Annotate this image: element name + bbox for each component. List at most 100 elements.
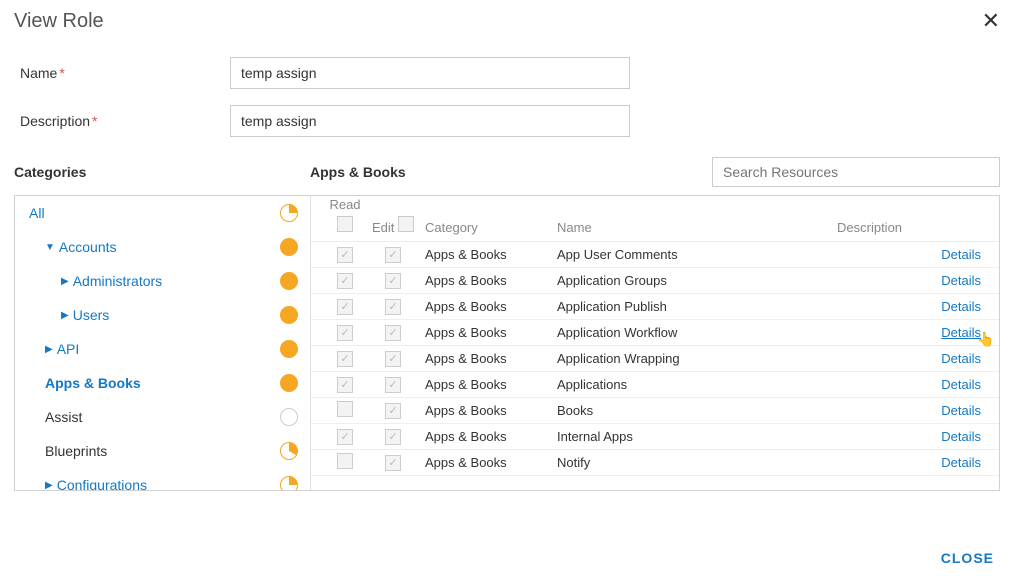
progress-pie-icon [280,442,298,460]
sidebar-item[interactable]: Apps & Books [15,366,310,400]
table-row: Apps & BooksApplication Publish Details [311,294,999,320]
progress-pie-icon [280,272,298,290]
sidebar-item-label: Apps & Books [45,375,141,391]
table-row: Apps & BooksApplication Groups Details [311,268,999,294]
edit-checkbox[interactable] [385,325,401,341]
details-link[interactable]: Details [941,247,981,262]
sidebar-item[interactable]: Assist [15,400,310,434]
sidebar-item[interactable]: All [15,196,310,230]
cell-category: Apps & Books [417,455,557,470]
sidebar-item[interactable]: ▶ Users [15,298,310,332]
sidebar-item-label: All [29,205,45,221]
cell-category: Apps & Books [417,403,557,418]
col-edit: Edit [369,212,417,235]
cell-category: Apps & Books [417,325,557,340]
modal-title: View Role [14,10,104,33]
progress-pie-icon [280,306,298,324]
edit-all-checkbox[interactable] [398,216,414,232]
cell-category: Apps & Books [417,273,557,288]
table-row: Apps & BooksBooks Details [311,398,999,424]
close-icon[interactable]: ✕ [982,10,1000,32]
sidebar-item-label: Administrators [73,273,162,289]
col-description: Description [837,220,989,235]
read-checkbox[interactable] [337,377,353,393]
progress-pie-icon [280,204,298,222]
table-row: Apps & BooksApplications Details [311,372,999,398]
sidebar-item-label: API [57,341,80,357]
categories-sidebar[interactable]: All▼Accounts▶Administrators▶Users▶APIApp… [15,196,311,490]
table-row: Apps & BooksNotify Details [311,450,999,476]
table-row: Apps & BooksInternal Apps Details [311,424,999,450]
cell-name: Application Wrapping [557,351,837,366]
description-input[interactable] [230,105,630,137]
close-button[interactable]: CLOSE [941,550,994,566]
cell-category: Apps & Books [417,351,557,366]
sidebar-item-label: Assist [45,409,82,425]
cell-category: Apps & Books [417,377,557,392]
sidebar-item-label: Users [73,307,110,323]
edit-checkbox[interactable] [385,351,401,367]
cell-category: Apps & Books [417,299,557,314]
details-link[interactable]: Details [941,455,981,470]
sidebar-item[interactable]: ▶API [15,332,310,366]
details-link[interactable]: Details [941,351,981,366]
chevron-right-icon: ▶ [45,480,53,491]
read-checkbox[interactable] [337,247,353,263]
edit-checkbox[interactable] [385,377,401,393]
search-input[interactable] [712,157,1000,187]
details-link[interactable]: Details [941,429,981,444]
sidebar-item[interactable]: ▼ Accounts [15,230,310,264]
cell-name: Books [557,403,837,418]
cell-name: Notify [557,455,837,470]
name-input[interactable] [230,57,630,89]
details-link[interactable]: Details [941,377,981,392]
details-link[interactable]: Details [941,299,981,314]
progress-pie-icon [280,340,298,358]
details-link[interactable]: Details [941,273,981,288]
progress-pie-icon [280,238,298,256]
col-category: Category [417,220,557,235]
read-checkbox[interactable] [337,325,353,341]
read-checkbox[interactable] [337,401,353,417]
details-link[interactable]: Details [941,403,981,418]
read-all-checkbox[interactable] [337,216,353,232]
sidebar-item[interactable]: Blueprints [15,434,310,468]
sidebar-item-label: Configurations [57,477,147,490]
cell-category: Apps & Books [417,429,557,444]
cell-name: Internal Apps [557,429,837,444]
sidebar-item-label: Blueprints [45,443,107,459]
read-checkbox[interactable] [337,299,353,315]
table-row: Apps & BooksApplication WorkflowDetails👆 [311,320,999,346]
col-read: Read [321,197,369,235]
progress-pie-icon [280,476,298,490]
edit-checkbox[interactable] [385,299,401,315]
read-checkbox[interactable] [337,453,353,469]
progress-pie-icon [280,408,298,426]
progress-pie-icon [280,374,298,392]
chevron-right-icon: ▶ [61,310,69,321]
name-label: Name* [20,65,230,81]
table-row: Apps & BooksApplication Wrapping Details [311,346,999,372]
edit-checkbox[interactable] [385,455,401,471]
details-link[interactable]: Details [941,325,981,340]
cell-name: App User Comments [557,247,837,262]
read-checkbox[interactable] [337,429,353,445]
sidebar-item-label: Accounts [59,239,117,255]
edit-checkbox[interactable] [385,273,401,289]
sidebar-item[interactable]: ▶ Administrators [15,264,310,298]
read-checkbox[interactable] [337,351,353,367]
cell-name: Application Publish [557,299,837,314]
cell-name: Application Workflow [557,325,837,340]
resources-table[interactable]: Read Edit Category Name Description Apps… [311,196,999,490]
edit-checkbox[interactable] [385,429,401,445]
edit-checkbox[interactable] [385,403,401,419]
chevron-down-icon: ▼ [45,242,55,253]
sidebar-item[interactable]: ▶ Configurations [15,468,310,490]
cell-name: Application Groups [557,273,837,288]
apps-heading: Apps & Books [310,164,712,180]
chevron-right-icon: ▶ [61,276,69,287]
read-checkbox[interactable] [337,273,353,289]
table-row: Apps & BooksApp User CommentsDetails [311,242,999,268]
cell-name: Applications [557,377,837,392]
edit-checkbox[interactable] [385,247,401,263]
